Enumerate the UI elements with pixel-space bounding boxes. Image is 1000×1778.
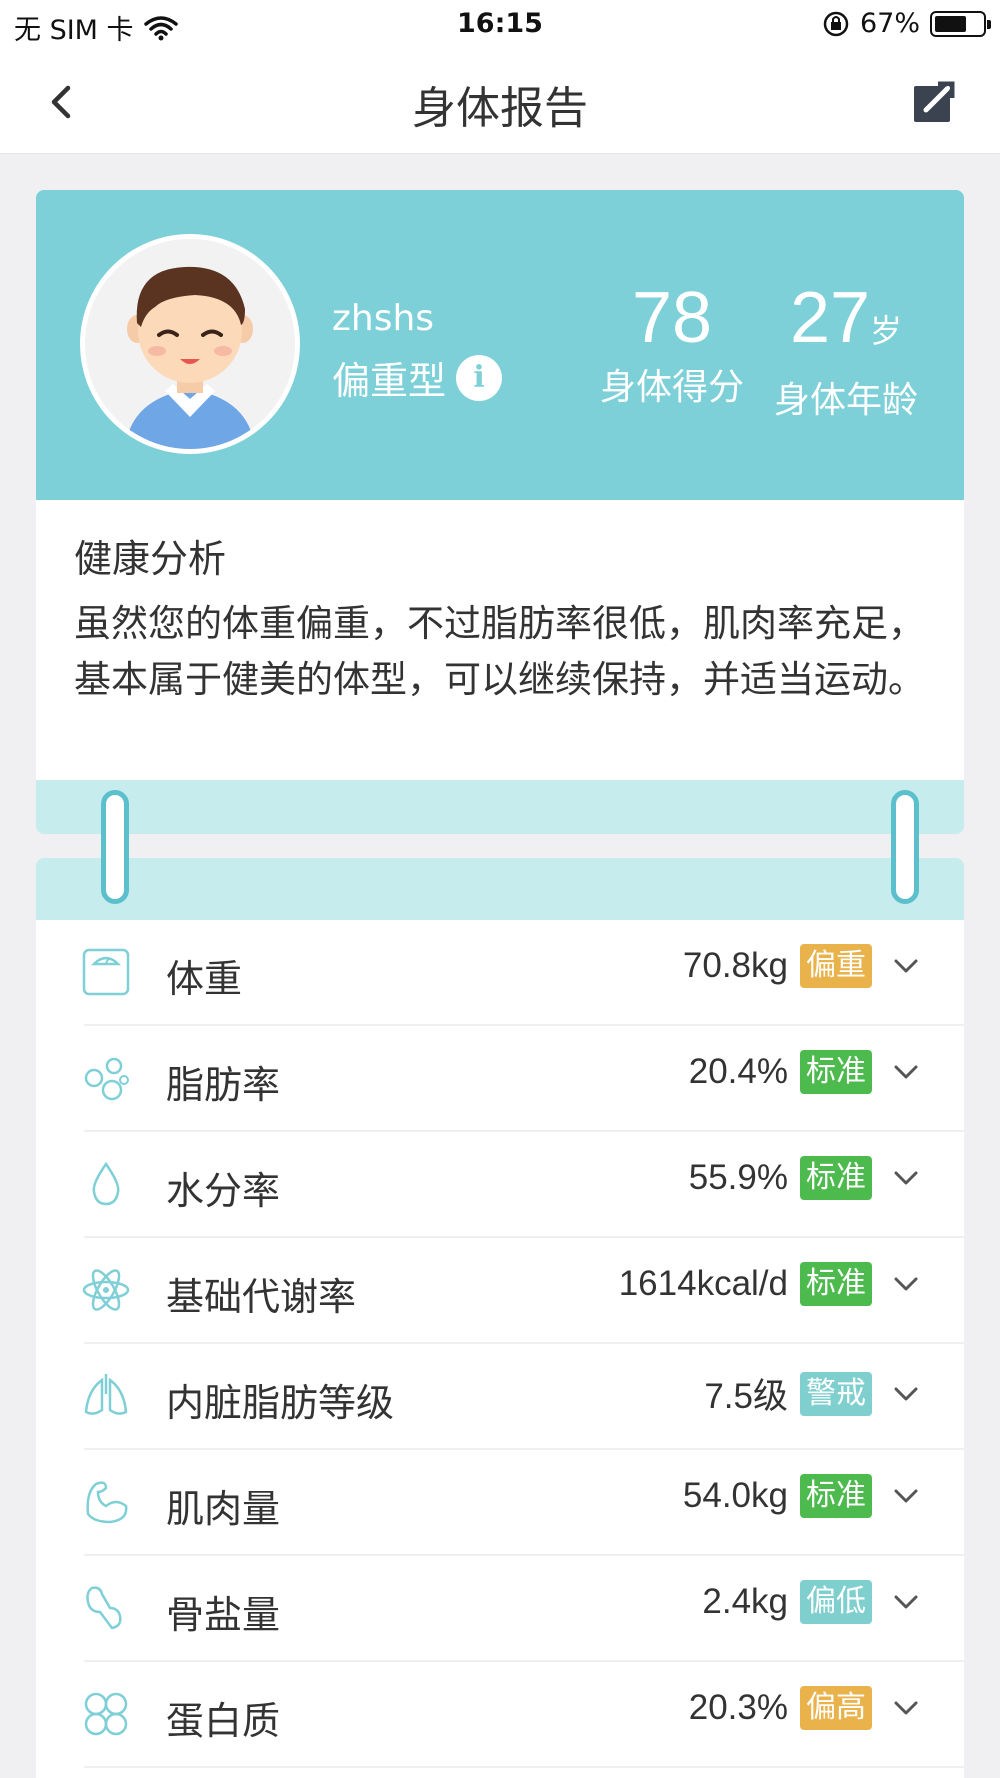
body-age-value-row: 27岁 <box>766 278 926 371</box>
binder-strip-bottom <box>36 858 964 920</box>
chevron-down-icon[interactable] <box>888 948 924 984</box>
profile-card: zhshs 偏重型 i 78 身体得分 27岁 身体年龄 <box>36 190 964 500</box>
metric-label: 水分率 <box>166 1169 281 1213</box>
chevron-down-icon[interactable] <box>888 1160 924 1196</box>
metric-row[interactable]: 水分率 55.9% 标准 <box>36 1132 964 1238</box>
metric-row[interactable]: 肌肉量 54.0kg 标准 <box>36 1450 964 1556</box>
body-age-label: 身体年龄 <box>773 380 918 421</box>
bone-icon <box>86 1586 122 1630</box>
metric-value: 70.8kg <box>682 946 788 985</box>
rotation-lock-icon <box>823 11 849 36</box>
lungs-icon <box>84 1374 128 1415</box>
avatar[interactable] <box>80 234 300 454</box>
body-score-label: 身体得分 <box>599 367 744 408</box>
status-bar: 无 SIM 卡 16:15 67% <box>0 0 1000 50</box>
metric-value-group: 2.4kg 偏低 <box>702 1580 924 1624</box>
protein-icon <box>84 1692 128 1736</box>
muscle-arm-icon <box>86 1481 128 1524</box>
metric-row[interactable]: 体重 70.8kg 偏重 <box>36 920 964 1026</box>
status-right: 67% <box>822 8 991 39</box>
status-badge: 标准 <box>800 1050 872 1094</box>
binder-strip-top <box>36 780 964 834</box>
metric-value-group: 20.3% 偏高 <box>689 1686 924 1730</box>
body-age-unit: 岁 <box>870 313 903 349</box>
status-badge: 标准 <box>800 1156 872 1200</box>
chevron-down-icon[interactable] <box>888 1478 924 1514</box>
body-age-value: 27 <box>789 278 871 358</box>
metric-label: 体重 <box>166 957 243 1001</box>
metric-value: 20.4% <box>688 1052 788 1091</box>
battery-icon <box>930 10 991 37</box>
status-badge: 警戒 <box>800 1371 872 1416</box>
chevron-down-icon[interactable] <box>888 1054 924 1090</box>
status-badge: 偏低 <box>800 1580 872 1624</box>
body-score: 78 身体得分 <box>592 278 752 410</box>
metric-value-group: 20.4% 标准 <box>689 1050 924 1094</box>
metric-label: 骨盐量 <box>166 1593 281 1637</box>
body-age: 27岁 身体年龄 <box>766 278 926 423</box>
analysis-title: 健康分析 <box>74 537 227 581</box>
metric-label: 蛋白质 <box>166 1699 281 1743</box>
metric-value: 1614kcal/d <box>618 1264 788 1303</box>
metric-value: 20.3% <box>688 1688 788 1727</box>
metric-label: 肌肉量 <box>166 1487 281 1531</box>
status-badge: 偏高 <box>800 1686 872 1730</box>
metric-value-group: 7.5级 警戒 <box>704 1368 924 1419</box>
metric-value-group: 55.9% 标准 <box>689 1156 924 1200</box>
fat-cells-icon <box>84 1057 129 1101</box>
metric-value: 54.0kg <box>682 1476 788 1515</box>
user-name: zhshs <box>332 298 435 339</box>
body-score-value: 78 <box>631 278 713 358</box>
status-badge: 偏重 <box>800 944 872 988</box>
atom-icon <box>82 1269 130 1311</box>
metric-value-group: 70.8kg 偏重 <box>683 944 924 988</box>
water-drop-icon <box>92 1161 120 1206</box>
metrics-list: 体重 70.8kg 偏重 脂肪率 20.4% 标准 水分率 55.9% 标准 基础代谢率 1614k… <box>36 920 964 1778</box>
metric-row[interactable]: 基础代谢率 1614kcal/d 标准 <box>36 1238 964 1344</box>
info-icon[interactable]: i <box>456 354 503 401</box>
metric-row[interactable]: 蛋白质 20.3% 偏高 <box>36 1662 964 1768</box>
battery-percent: 67% <box>859 8 920 39</box>
metric-row[interactable]: 脂肪率 20.4% 标准 <box>36 1026 964 1132</box>
metric-label: 脂肪率 <box>166 1063 281 1107</box>
metric-value: 55.9% <box>688 1158 788 1197</box>
avatar-illustration <box>85 239 295 449</box>
body-type: 偏重型 i <box>332 350 503 405</box>
analysis-text: 虽然您的体重偏重，不过脂肪率很低，肌肉率充足，基本属于健美的体型，可以继续保持，… <box>74 602 925 701</box>
share-edit-icon[interactable] <box>910 78 958 126</box>
metric-row[interactable]: 内脏脂肪等级 7.5级 警戒 <box>36 1344 964 1450</box>
body-type-label: 偏重型 <box>332 359 447 403</box>
metric-value: 7.5级 <box>704 1377 788 1416</box>
chevron-down-icon[interactable] <box>888 1266 924 1302</box>
chevron-down-icon[interactable] <box>888 1690 924 1726</box>
metric-value-group: 54.0kg 标准 <box>683 1474 924 1518</box>
health-analysis: 健康分析 虽然您的体重偏重，不过脂肪率很低，肌肉率充足，基本属于健美的体型，可以… <box>36 500 964 780</box>
nav-bar: 身体报告 <box>0 50 1000 154</box>
status-badge: 标准 <box>800 1474 872 1518</box>
binder-ring-left <box>101 790 129 904</box>
metric-label: 基础代谢率 <box>166 1275 357 1319</box>
metric-row[interactable]: 骨盐量 2.4kg 偏低 <box>36 1556 964 1662</box>
metric-value-group: 1614kcal/d 标准 <box>619 1262 924 1306</box>
chevron-down-icon[interactable] <box>888 1376 924 1412</box>
scale-icon <box>82 948 130 996</box>
binder-ring-right <box>891 790 919 904</box>
status-badge: 标准 <box>800 1262 872 1306</box>
metric-label: 内脏脂肪等级 <box>166 1381 395 1425</box>
page-title: 身体报告 <box>412 83 588 134</box>
chevron-down-icon[interactable] <box>888 1584 924 1620</box>
battery-level <box>935 15 966 32</box>
metric-value: 2.4kg <box>702 1582 788 1621</box>
